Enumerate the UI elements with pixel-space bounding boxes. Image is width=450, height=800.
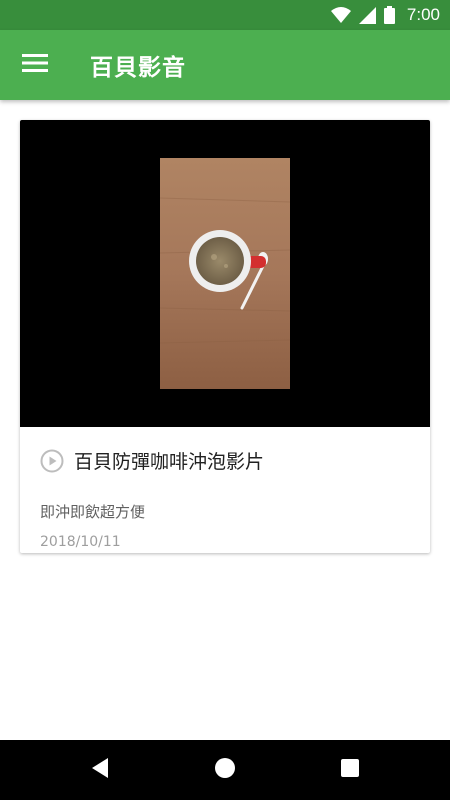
video-date: 2018/10/11 [40, 534, 121, 550]
back-icon [90, 757, 110, 783]
app-bar: 百貝影音 [0, 30, 450, 100]
video-thumbnail [160, 158, 290, 389]
navigation-bar [0, 740, 450, 800]
video-card[interactable]: 百貝防彈咖啡沖泡影片 即沖即飲超方便 2018/10/11 [20, 120, 430, 553]
wifi-icon [330, 7, 351, 23]
video-title-row[interactable]: 百貝防彈咖啡沖泡影片 [40, 447, 264, 474]
recents-button[interactable] [320, 740, 380, 800]
video-subtitle: 即沖即飲超方便 [40, 503, 146, 521]
menu-button[interactable] [0, 30, 70, 100]
battery-icon [383, 6, 395, 24]
status-time: 7:00 [406, 5, 440, 24]
video-info: 百貝防彈咖啡沖泡影片 即沖即飲超方便 2018/10/11 [20, 427, 430, 553]
video-player[interactable] [20, 120, 430, 427]
play-circle-icon [40, 449, 64, 473]
home-button[interactable] [195, 740, 255, 800]
status-bar: 7:00 [0, 0, 450, 30]
app-title: 百貝影音 [90, 55, 186, 81]
recents-icon [340, 758, 360, 782]
cellular-signal-icon [358, 6, 376, 24]
back-button[interactable] [70, 740, 130, 800]
home-icon [214, 757, 236, 783]
hamburger-menu-icon [22, 53, 48, 77]
video-title: 百貝防彈咖啡沖泡影片 [74, 451, 265, 473]
